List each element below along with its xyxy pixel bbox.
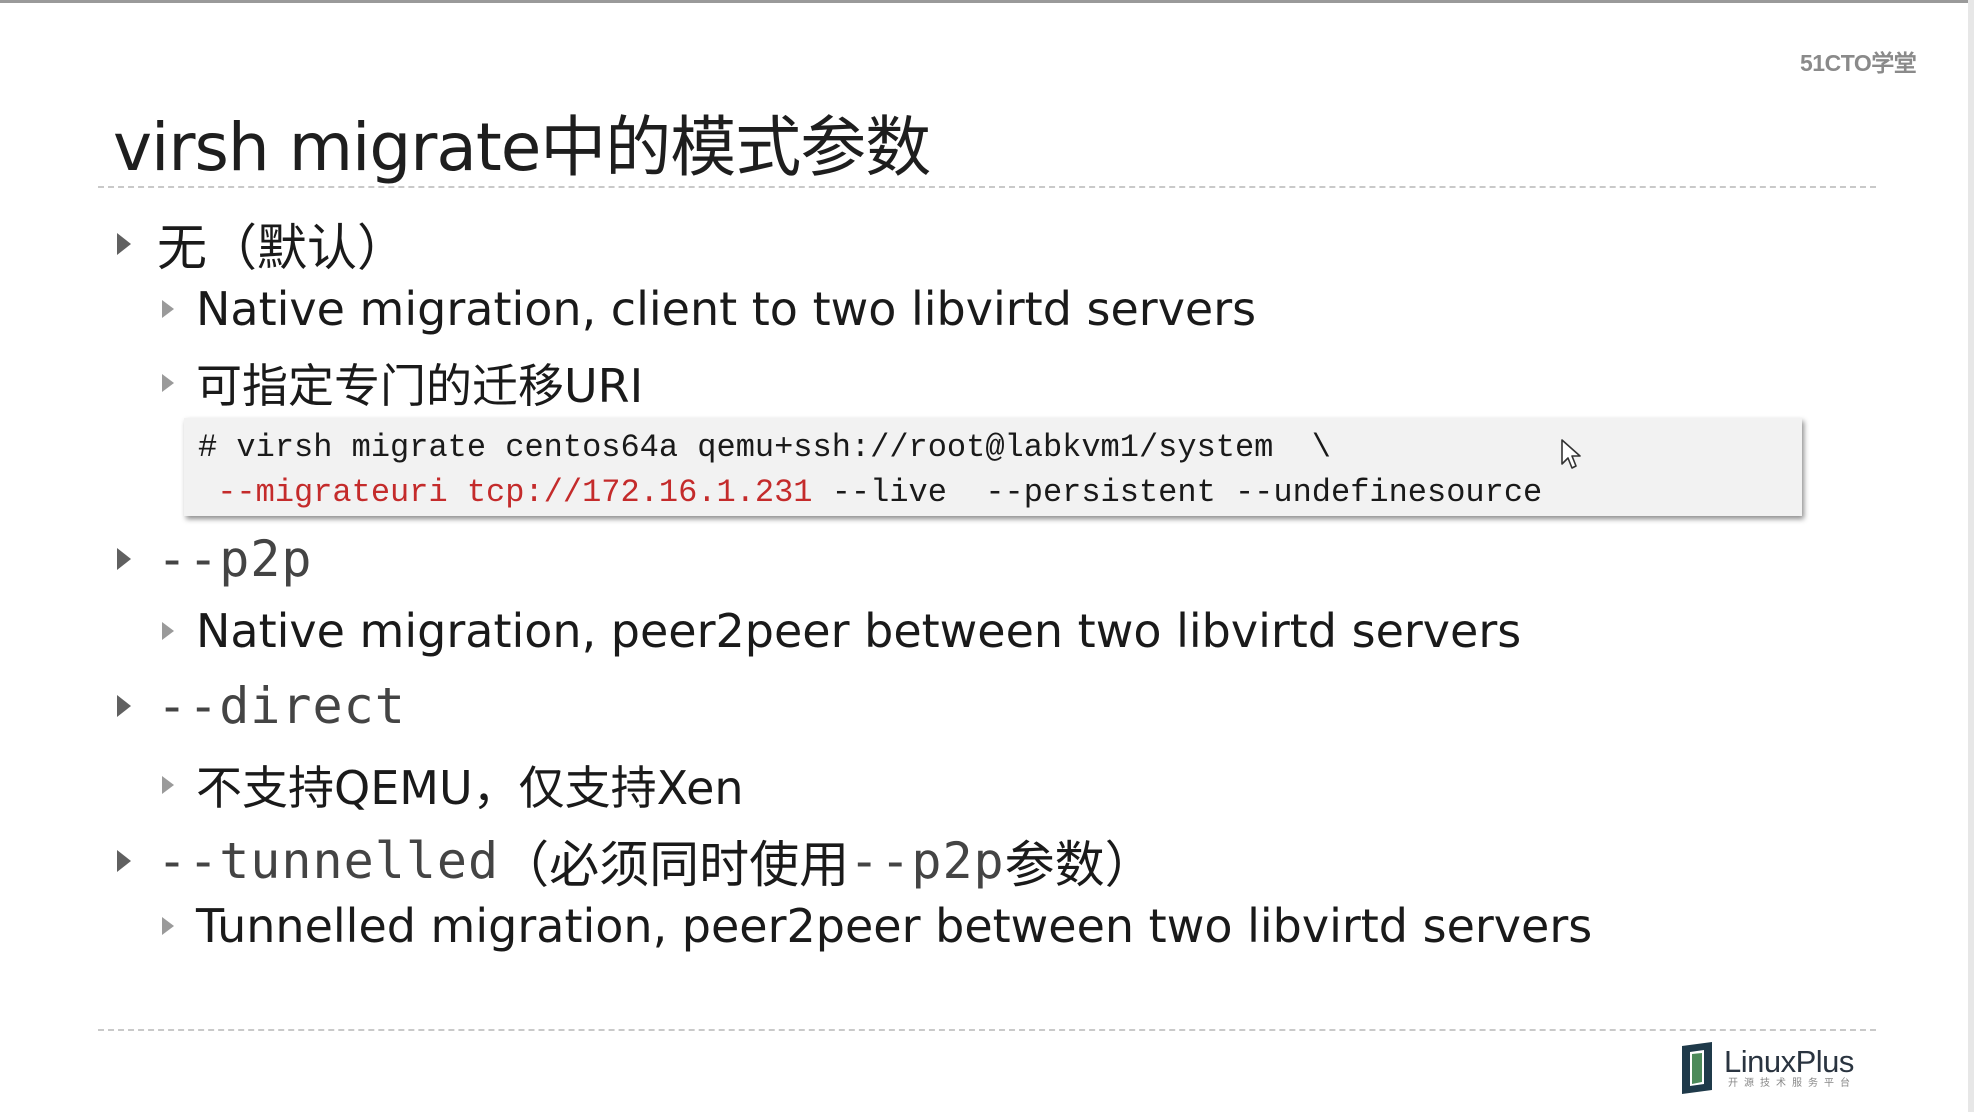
bullet-arrow-icon [117,695,131,717]
bullet-label: 无（默认） [157,219,407,277]
linuxplus-logo-icon [1682,1042,1712,1094]
sub-bullet-text: 不支持QEMU，仅支持Xen [196,761,744,815]
sub-bullet-text: Tunnelled migration, peer2peer between t… [196,899,1593,953]
bullet-label-note-open: （必须同时使用 [499,836,850,894]
sub-bullet: Native migration, peer2peer between two … [162,604,1521,658]
bullet-arrow-icon [117,850,131,872]
brand-watermark: 51CTO学堂 [1800,50,1917,76]
logo-tagline: 开源技术服务平台 [1728,1078,1856,1089]
sub-bullet: 不支持QEMU，仅支持Xen [162,752,744,818]
bullet-arrow-icon [162,776,174,794]
bullet-arrow-icon [162,917,174,935]
linuxplus-logo: LinuxPlus 开源技术服务平台 [1678,1040,1856,1096]
sub-bullet-text: Native migration, client to two libvirtd… [196,282,1257,336]
bullet-label-note-close: 参数） [1004,836,1155,894]
bullet-arrow-icon [162,374,174,392]
bullet-direct: --direct [117,677,406,735]
sub-bullet-text: 可指定专门的迁移URI [196,359,644,413]
sub-bullet: 可指定专门的迁移URI [162,350,643,416]
code-line-2: --migrateuri tcp://172.16.1.231 --live -… [198,470,1802,515]
sub-bullet: Native migration, client to two libvirtd… [162,282,1256,336]
bullet-arrow-icon [117,548,131,570]
bullet-default-mode: 无（默认） [117,208,407,280]
bullet-arrow-icon [162,622,174,640]
bullet-tunnelled: --tunnelled （必须同时使用 --p2p 参数） [117,825,1155,897]
slide-title: virsh migrate中的模式参数 [113,109,931,186]
top-border [0,0,1974,3]
footer-divider [98,1029,1876,1031]
scrollbar-track[interactable] [1968,0,1974,1112]
sub-bullet-text: Native migration, peer2peer between two … [196,604,1522,658]
code-flags: --live --persistent --undefinesource [812,474,1543,511]
sub-bullet: Tunnelled migration, peer2peer between t… [162,899,1592,953]
bullet-label: --p2p [157,530,313,588]
mouse-cursor-icon [1561,439,1581,469]
bullet-arrow-icon [117,233,131,255]
code-migrateuri: --migrateuri tcp://172.16.1.231 [198,474,813,511]
logo-name: LinuxPlus [1724,1044,1854,1079]
bullet-p2p: --p2p [117,530,313,588]
title-divider [98,186,1876,188]
bullet-arrow-icon [162,300,174,318]
bullet-label: --direct [157,677,406,735]
logo-text: LinuxPlus 开源技术服务平台 [1724,1046,1856,1090]
bullet-label-flag: --tunnelled [157,832,500,890]
bullet-label-flag-p2p: --p2p [849,832,1005,890]
